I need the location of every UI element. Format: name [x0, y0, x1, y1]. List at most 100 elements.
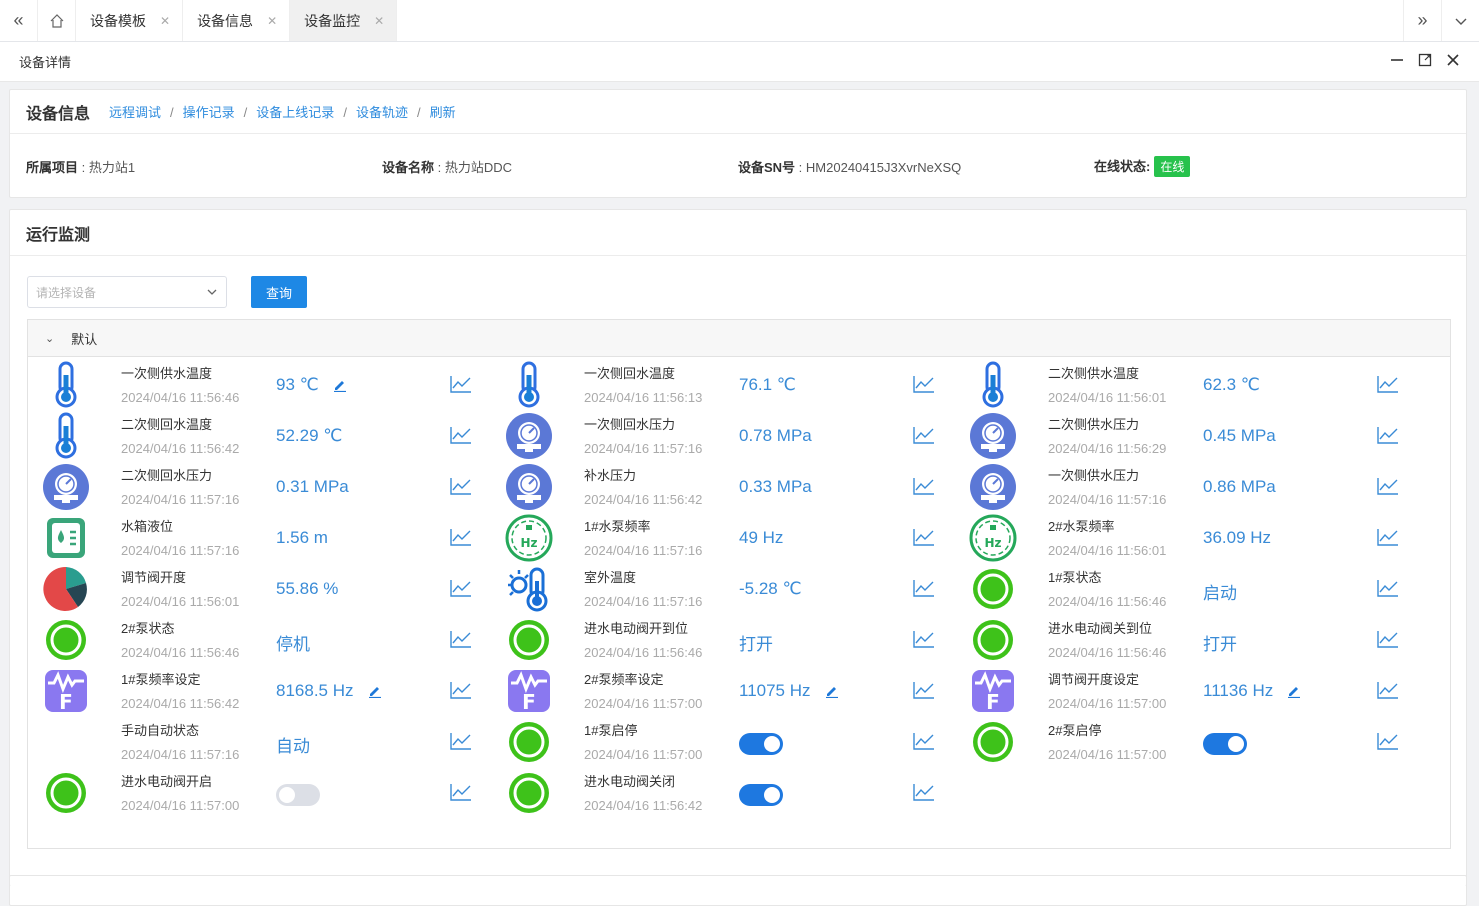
- item-name: 2#泵启停: [1048, 723, 1102, 738]
- trend-chart-icon[interactable]: [1377, 477, 1399, 495]
- item-timestamp: 2024/04/16 11:56:42: [121, 696, 240, 711]
- monitor-item: 手动自动状态 2024/04/16 11:57:16 自动: [28, 716, 471, 767]
- status-badge: 在线: [1154, 155, 1191, 177]
- item-name: 调节阀开度设定: [1048, 672, 1140, 687]
- trend-chart-icon[interactable]: [913, 528, 935, 546]
- trend-chart-icon[interactable]: [450, 630, 472, 648]
- link-operation-log[interactable]: 操作记录: [183, 105, 235, 120]
- scroll-left-icon[interactable]: «: [0, 0, 38, 41]
- edit-icon[interactable]: [825, 684, 839, 701]
- link-trajectory[interactable]: 设备轨迹: [356, 105, 408, 120]
- trend-chart-icon[interactable]: [1377, 579, 1399, 597]
- trend-chart-icon[interactable]: [450, 681, 472, 699]
- item-timestamp: 2024/04/16 11:56:46: [1048, 594, 1167, 609]
- item-value: 62.3 ℃: [1203, 375, 1260, 394]
- svg-text:Hz: Hz: [984, 536, 1001, 550]
- item-timestamp: 2024/04/16 11:57:16: [584, 543, 703, 558]
- item-value: 55.86 %: [276, 579, 339, 598]
- trend-chart-icon[interactable]: [1377, 426, 1399, 444]
- item-name: 进水电动阀开启: [121, 774, 213, 789]
- item-value: 49 Hz: [739, 528, 784, 547]
- trend-chart-icon[interactable]: [450, 375, 472, 393]
- monitor-item: F 调节阀开度设定 2024/04/16 11:57:00 11136 Hz: [955, 665, 1398, 716]
- trend-chart-icon[interactable]: [450, 732, 472, 750]
- link-refresh[interactable]: 刷新: [430, 105, 456, 120]
- item-name: 二次侧供水压力: [1048, 417, 1140, 432]
- trend-chart-icon[interactable]: [450, 783, 472, 801]
- trend-chart-icon[interactable]: [450, 477, 472, 495]
- trend-chart-icon[interactable]: [1377, 375, 1399, 393]
- monitor-item: 二次侧供水压力 2024/04/16 11:56:29 0.45 MPa: [955, 410, 1398, 461]
- toggle-knob: [279, 787, 295, 803]
- item-name: 水箱液位: [121, 519, 174, 534]
- query-button[interactable]: 查询: [251, 276, 307, 308]
- group-header[interactable]: ⌄ 默认: [28, 320, 1450, 357]
- maximize-icon[interactable]: [1418, 53, 1432, 70]
- item-value: 0.33 MPa: [739, 477, 812, 496]
- toggle-switch[interactable]: [276, 784, 320, 806]
- field-device-name: 设备名称 : 热力站DDC: [382, 159, 513, 175]
- trend-chart-icon[interactable]: [913, 783, 935, 801]
- pressure-icon: [505, 412, 553, 460]
- trend-chart-icon[interactable]: [913, 579, 935, 597]
- tab-device-template[interactable]: 设备模板 ✕: [76, 0, 184, 41]
- link-online-log[interactable]: 设备上线记录: [256, 105, 334, 120]
- toggle-switch[interactable]: [1203, 733, 1247, 755]
- status-icon: [505, 769, 553, 817]
- tab-label: 设备信息: [197, 12, 254, 29]
- close-icon[interactable]: [1446, 53, 1460, 70]
- minimize-icon[interactable]: [1390, 53, 1404, 70]
- monitor-item: 进水电动阀开启 2024/04/16 11:57:00: [28, 767, 471, 818]
- monitor-item: 2#泵状态 2024/04/16 11:56:46 停机: [28, 614, 471, 665]
- chevron-down-icon: [207, 289, 217, 295]
- trend-chart-icon[interactable]: [913, 732, 935, 750]
- item-timestamp: 2024/04/16 11:56:46: [1048, 645, 1167, 660]
- item-name: 进水电动阀关到位: [1048, 621, 1153, 636]
- chevron-down-icon[interactable]: [1441, 0, 1479, 41]
- trend-chart-icon[interactable]: [1377, 630, 1399, 648]
- svg-text:F: F: [522, 690, 536, 714]
- item-name: 手动自动状态: [121, 723, 200, 738]
- device-select[interactable]: 请选择设备: [27, 276, 227, 308]
- scroll-right-icon[interactable]: »: [1403, 0, 1441, 41]
- edit-icon[interactable]: [333, 378, 347, 395]
- item-name: 进水电动阀开到位: [584, 621, 689, 636]
- trend-chart-icon[interactable]: [450, 579, 472, 597]
- toggle-switch[interactable]: [739, 784, 783, 806]
- close-icon[interactable]: ✕: [267, 14, 277, 28]
- item-name: 1#泵状态: [1048, 570, 1102, 585]
- item-name: 补水压力: [584, 468, 637, 483]
- toggle-switch[interactable]: [739, 733, 783, 755]
- item-name: 调节阀开度: [121, 570, 187, 585]
- link-remote-debug[interactable]: 远程调试: [109, 105, 161, 120]
- edit-icon[interactable]: [368, 684, 382, 701]
- outdoor-icon: [505, 565, 553, 613]
- trend-chart-icon[interactable]: [913, 477, 935, 495]
- tab-device-info[interactable]: 设备信息 ✕: [183, 0, 291, 41]
- device-info-links: 远程调试 / 操作记录 / 设备上线记录 / 设备轨迹 / 刷新: [109, 105, 456, 120]
- close-icon[interactable]: ✕: [160, 14, 170, 28]
- trend-chart-icon[interactable]: [1377, 681, 1399, 699]
- trend-chart-icon[interactable]: [450, 528, 472, 546]
- monitor-item: 一次侧供水压力 2024/04/16 11:57:16 0.86 MPa: [955, 461, 1398, 512]
- status-icon: [42, 616, 90, 664]
- tab-device-monitor[interactable]: 设备监控 ✕: [290, 0, 398, 41]
- trend-chart-icon[interactable]: [450, 426, 472, 444]
- thermometer-icon: [505, 361, 553, 409]
- trend-chart-icon[interactable]: [1377, 528, 1399, 546]
- trend-chart-icon[interactable]: [913, 375, 935, 393]
- home-icon[interactable]: [38, 0, 76, 41]
- close-icon[interactable]: ✕: [374, 14, 384, 28]
- item-name: 二次侧回水温度: [121, 417, 213, 432]
- trend-chart-icon[interactable]: [1377, 732, 1399, 750]
- trend-chart-icon[interactable]: [913, 681, 935, 699]
- status-icon: [969, 616, 1017, 664]
- item-value: 自动: [276, 737, 310, 756]
- monitor-card: 运行监测 请选择设备 查询 ⌄ 默认 一次侧供水温度 2024/04/16 11:…: [9, 209, 1467, 906]
- trend-chart-icon[interactable]: [913, 630, 935, 648]
- trend-chart-icon[interactable]: [913, 426, 935, 444]
- tab-label: 设备监控: [304, 12, 361, 29]
- monitor-item: 进水电动阀关闭 2024/04/16 11:56:42: [491, 767, 934, 818]
- edit-icon[interactable]: [1287, 684, 1301, 701]
- item-timestamp: 2024/04/16 11:56:46: [121, 390, 240, 405]
